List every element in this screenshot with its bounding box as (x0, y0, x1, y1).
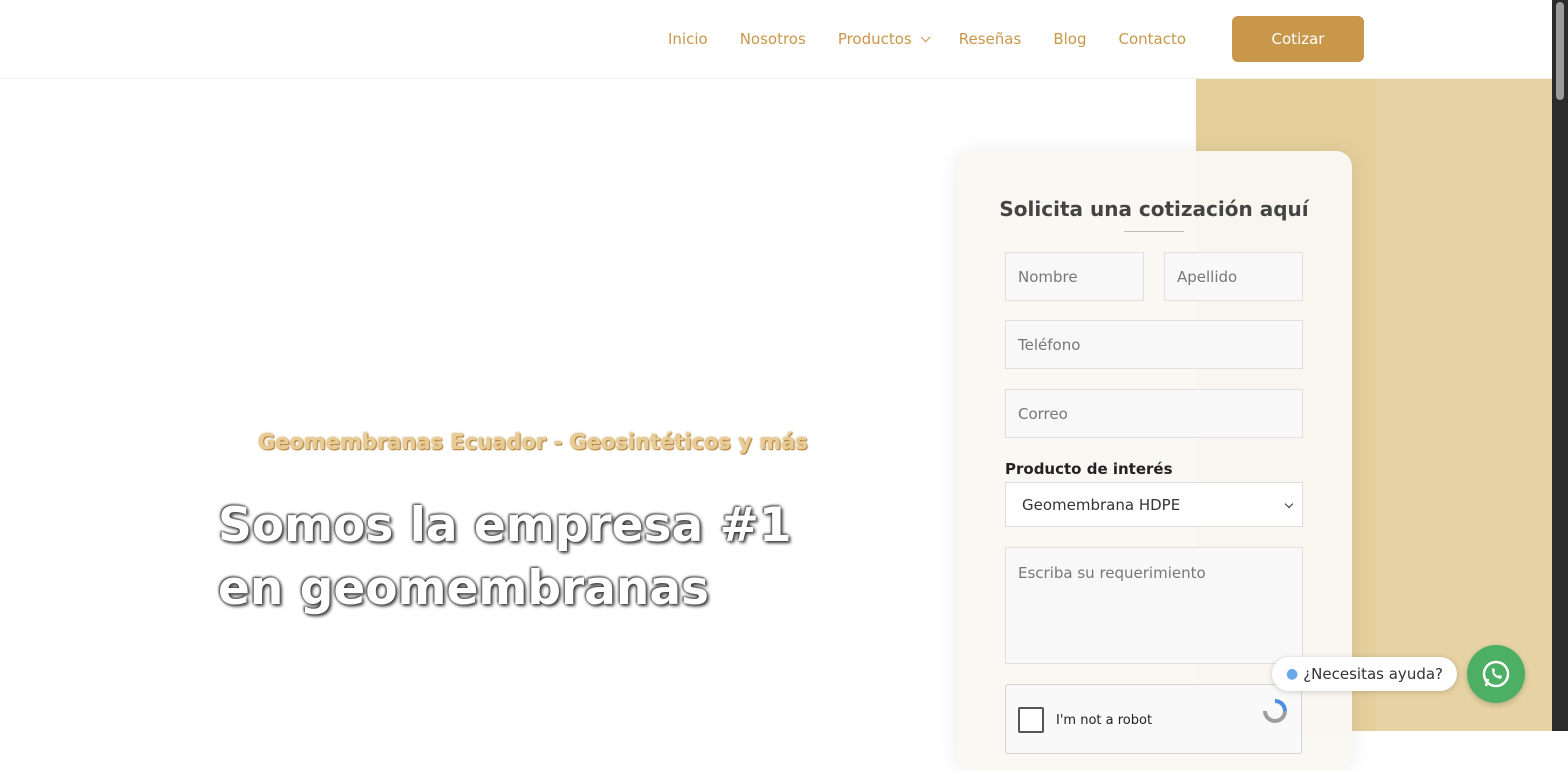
recaptcha-checkbox[interactable] (1018, 707, 1044, 733)
nav-productos[interactable]: Productos (837, 30, 931, 48)
product-select[interactable]: Geomembrana HDPE (1005, 482, 1303, 527)
email-input[interactable]: Correo (1005, 389, 1303, 438)
nav-nosotros[interactable]: Nosotros (740, 30, 806, 48)
scrollbar-thumb[interactable] (1556, 2, 1564, 100)
nav-inicio[interactable]: Inicio (668, 30, 708, 48)
recaptcha-label: I'm not a robot (1056, 713, 1153, 728)
whatsapp-icon (1482, 660, 1510, 688)
chevron-down-icon (1284, 499, 1294, 509)
last-name-input[interactable]: Apellido (1164, 252, 1303, 301)
first-name-input[interactable]: Nombre (1005, 252, 1144, 301)
help-bubble[interactable]: ● ¿Necesitas ayuda? (1272, 657, 1457, 691)
whatsapp-button[interactable] (1467, 645, 1525, 703)
hero-title: Somos la empresa #1 en geomembranas (218, 494, 838, 620)
recaptcha-widget: I'm not a robot (1005, 684, 1302, 754)
form-title: Solicita una cotización aquí (999, 197, 1309, 221)
form-title-divider (1124, 231, 1184, 232)
recaptcha-icon (1263, 699, 1287, 723)
nav-contacto[interactable]: Contacto (1118, 30, 1186, 48)
main-nav: Inicio Nosotros Productos Reseñas Blog C… (652, 0, 1202, 78)
help-text: ¿Necesitas ayuda? (1303, 665, 1443, 683)
product-select-value: Geomembrana HDPE (1022, 495, 1181, 514)
chevron-down-icon (920, 31, 931, 42)
site-header: Inicio Nosotros Productos Reseñas Blog C… (0, 0, 1552, 79)
hero-subtitle: Geomembranas Ecuador - Geosintéticos y m… (258, 430, 808, 454)
cotizar-button[interactable]: Cotizar (1232, 16, 1364, 62)
nav-productos-label: Productos (837, 30, 912, 48)
speech-bubble-icon: ● (1286, 666, 1299, 682)
nav-blog[interactable]: Blog (1053, 30, 1086, 48)
scrollbar[interactable] (1552, 0, 1568, 731)
nav-resenas[interactable]: Reseñas (959, 30, 1022, 48)
product-label: Producto de interés (1005, 460, 1173, 478)
hero-title-line-1: Somos la empresa #1 (218, 498, 792, 553)
hero-title-line-2: en geomembranas (218, 561, 710, 616)
phone-input[interactable]: Teléfono (1005, 320, 1303, 369)
message-textarea[interactable]: Escriba su requerimiento (1005, 547, 1303, 664)
